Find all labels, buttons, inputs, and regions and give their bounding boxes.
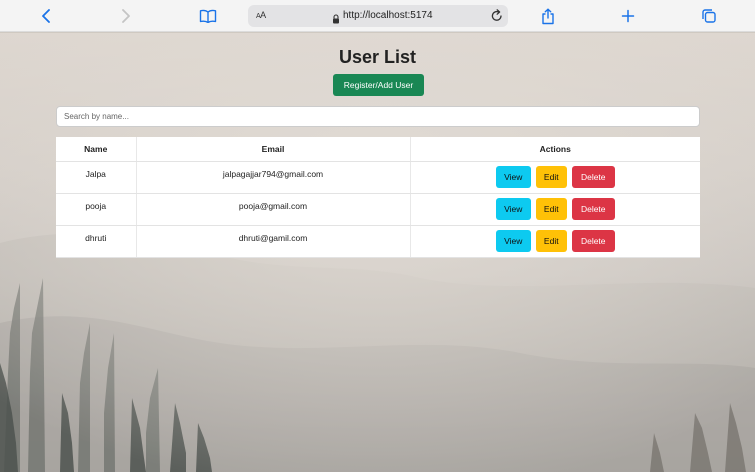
search-input[interactable] bbox=[56, 106, 700, 127]
delete-button[interactable]: Delete bbox=[571, 166, 615, 189]
table-row: pooja pooja@gmail.com View Edit Delete bbox=[56, 193, 700, 226]
user-email-cell: jalpagajjar794@gmail.com bbox=[136, 161, 411, 194]
tabs-icon[interactable] bbox=[699, 6, 719, 26]
column-header-actions: Actions bbox=[410, 137, 700, 162]
register-add-user-button[interactable]: Register/Add User bbox=[333, 74, 424, 96]
view-button[interactable]: View bbox=[495, 230, 531, 253]
browser-toolbar: AA http://localhost:5174 bbox=[0, 0, 755, 32]
share-icon[interactable] bbox=[538, 6, 558, 26]
column-header-email: Email bbox=[136, 137, 411, 162]
table-row: dhruti dhruti@gamil.com View Edit Delete bbox=[56, 225, 700, 259]
edit-button[interactable]: Edit bbox=[535, 166, 567, 189]
user-name-cell: Jalpa bbox=[56, 161, 137, 194]
text-size-button[interactable]: AA bbox=[256, 10, 266, 20]
view-button[interactable]: View bbox=[495, 198, 531, 221]
delete-button[interactable]: Delete bbox=[571, 230, 615, 253]
user-email-cell: pooja@gmail.com bbox=[136, 193, 411, 226]
actions-cell: View Edit Delete bbox=[410, 225, 700, 259]
view-button[interactable]: View bbox=[495, 166, 531, 189]
page-title: User List bbox=[338, 47, 417, 67]
table-header-row: Name Email Actions bbox=[56, 137, 700, 162]
back-icon[interactable] bbox=[36, 6, 56, 26]
delete-button[interactable]: Delete bbox=[571, 198, 615, 221]
url-text: http://localhost:5174 bbox=[343, 10, 433, 21]
user-name-cell: pooja bbox=[56, 193, 137, 226]
edit-button[interactable]: Edit bbox=[535, 198, 567, 221]
reload-icon[interactable] bbox=[491, 9, 503, 27]
user-name-cell: dhruti bbox=[56, 225, 137, 259]
address-bar[interactable]: AA http://localhost:5174 bbox=[248, 5, 508, 27]
user-email-cell: dhruti@gamil.com bbox=[136, 225, 411, 259]
table-row: Jalpa jalpagajjar794@gmail.com View Edit… bbox=[56, 161, 700, 194]
forward-icon[interactable] bbox=[116, 6, 136, 26]
actions-cell: View Edit Delete bbox=[410, 193, 700, 226]
users-table: Name Email Actions Jalpa jalpagajjar794@… bbox=[56, 137, 700, 259]
column-header-name: Name bbox=[56, 137, 137, 162]
lock-icon bbox=[332, 11, 340, 29]
actions-cell: View Edit Delete bbox=[410, 161, 700, 194]
edit-button[interactable]: Edit bbox=[535, 230, 567, 253]
new-tab-icon[interactable] bbox=[618, 6, 638, 26]
bookmarks-icon[interactable] bbox=[198, 6, 218, 26]
